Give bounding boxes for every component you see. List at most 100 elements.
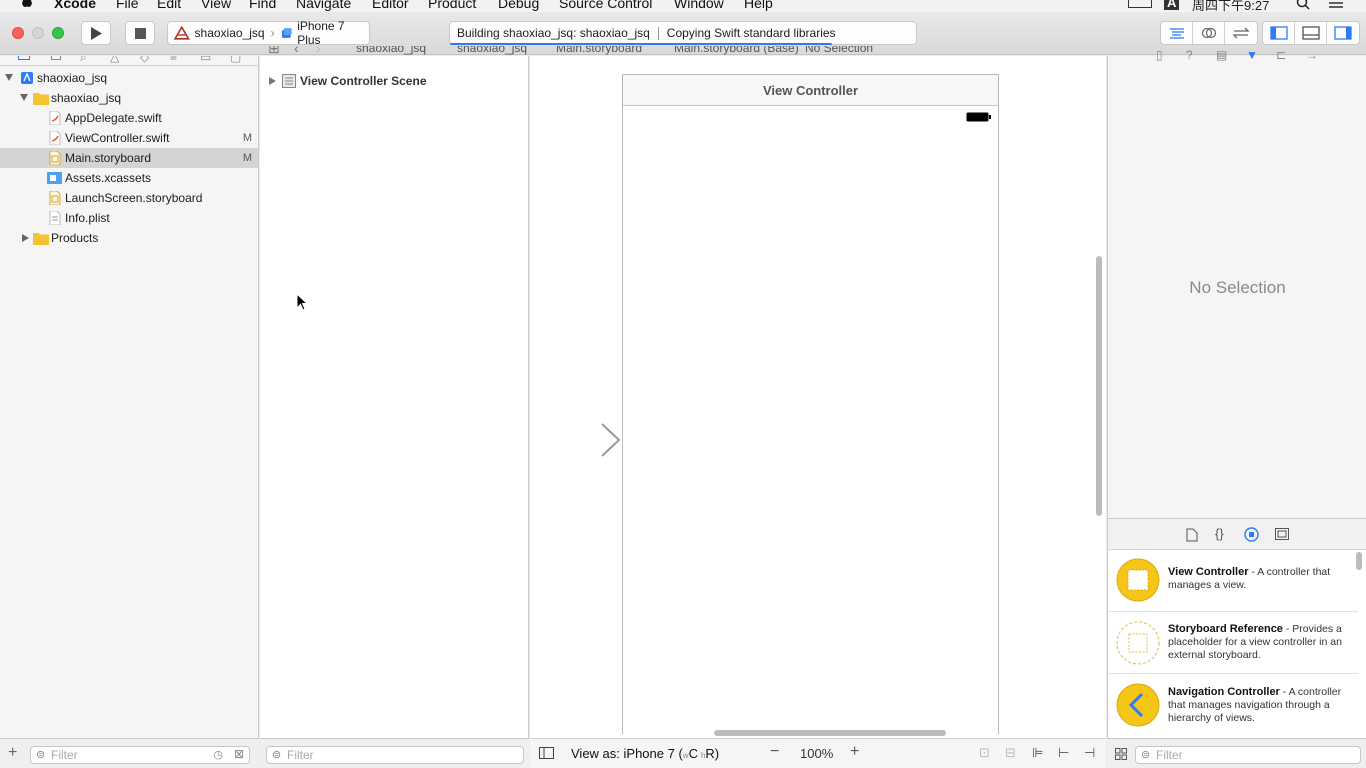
input-method-icon[interactable]: A [1164,0,1180,10]
jumpbar-crumb-base[interactable]: Main.storyboard (Base) [674,46,799,55]
toggle-utilities-button[interactable] [1327,22,1359,44]
back-arrow-icon[interactable]: ‹ [294,46,299,56]
assistant-editor-button[interactable] [1193,22,1225,44]
scheme-selector[interactable]: shaoxiao_jsq › iPhone 7 Plus [167,19,370,47]
forward-arrow-icon[interactable]: › [316,46,321,56]
minimize-window-button[interactable] [32,27,44,39]
menu-view[interactable]: View [201,0,231,11]
view-controller-scene[interactable]: View Controller [622,74,999,734]
apple-menu-icon[interactable] [20,0,34,9]
jumpbar-crumb-group[interactable]: shaoxiao_jsq [457,46,527,55]
align-icon[interactable]: ⊫ [1032,745,1043,761]
menu-find[interactable]: Find [249,0,276,11]
media-library-icon[interactable] [1275,528,1289,540]
recent-files-icon[interactable]: ◷ [213,748,223,761]
tree-row-file[interactable]: LaunchScreen.storyboard [0,188,258,208]
spotlight-search-icon[interactable] [1296,0,1310,10]
canvas-vertical-scrollbar[interactable] [1096,256,1102,516]
disclosure-collapsed-icon[interactable] [269,77,276,85]
menu-edit[interactable]: Edit [157,0,181,11]
close-window-button[interactable] [12,27,24,39]
jumpbar-crumb-selection[interactable]: No Selection [805,46,873,55]
object-library-icon[interactable] [1244,527,1259,542]
resolve-layout-icon[interactable]: ⊣ [1084,745,1095,761]
run-button[interactable] [81,21,111,45]
related-items-icon[interactable]: ⊞ [268,46,280,56]
add-file-icon[interactable]: + [8,744,17,762]
size-inspector-tab-icon[interactable]: ⊏ [1276,48,1286,62]
add-constraints-icon[interactable]: ⊢ [1058,745,1069,761]
disclosure-expanded-icon[interactable] [20,94,28,101]
menu-app-name[interactable]: Xcode [54,0,96,11]
test-navigator-tab-icon[interactable]: ◇ [140,56,149,64]
display-mirroring-icon[interactable] [1128,0,1152,8]
standard-editor-button[interactable] [1161,22,1193,44]
toggle-navigator-button[interactable] [1263,22,1295,44]
entry-point-arrow-icon[interactable] [530,422,622,458]
tree-row-group[interactable]: shaoxiao_jsq [0,88,258,108]
tree-row-project[interactable]: shaoxiao_jsq [0,68,258,88]
jumpbar-crumb-project[interactable]: shaoxiao_jsq [356,46,426,55]
find-navigator-tab-icon[interactable]: ⌕ [80,56,87,65]
embed-in-stack-icon[interactable]: ⊟ [1005,745,1016,761]
version-editor-button[interactable] [1225,22,1257,44]
menu-debug[interactable]: Debug [498,0,539,11]
attributes-inspector-tab-icon[interactable]: ▼ [1246,48,1258,62]
menu-product[interactable]: Product [428,0,476,11]
scm-status-filter-icon[interactable]: ⊠ [234,747,244,761]
library-filter-input[interactable]: ⊜ Filter [1135,746,1361,764]
identity-inspector-tab-icon[interactable]: ▤ [1216,48,1227,62]
jumpbar-crumb-file[interactable]: Main.storyboard [556,46,642,55]
report-navigator-tab-icon[interactable]: ▢ [230,56,241,64]
menu-navigate[interactable]: Navigate [296,0,351,11]
disclosure-collapsed-icon[interactable] [22,234,29,242]
debug-navigator-tab-icon[interactable]: ≡ [170,56,177,64]
tree-row-file[interactable]: AppDelegate.swift [0,108,258,128]
update-frames-icon[interactable]: ⊡ [979,745,990,761]
library-scrollbar[interactable] [1356,552,1362,570]
connections-inspector-tab-icon[interactable]: → [1306,48,1318,62]
menu-file[interactable]: File [116,0,139,11]
menu-editor[interactable]: Editor [372,0,409,11]
menu-source-control[interactable]: Source Control [559,0,652,11]
breakpoint-navigator-tab-icon[interactable]: ▭ [200,56,211,64]
grid-view-icon[interactable] [1115,748,1127,760]
library-item-view-controller[interactable]: View Controller - A controller that mana… [1108,550,1358,612]
zoom-in-button[interactable]: + [850,743,859,761]
stop-button[interactable] [125,21,155,45]
symbol-navigator-tab-icon[interactable] [51,56,61,60]
file-template-library-icon[interactable] [1186,528,1198,542]
tree-row-file[interactable]: Assets.xcassets [0,168,258,188]
library-item-navigation-controller[interactable]: Navigation Controller - A controller tha… [1108,675,1358,737]
tree-row-file[interactable]: ViewController.swift M [0,128,258,148]
toggle-outline-icon[interactable] [539,747,554,759]
menu-clock[interactable]: 周四下午9:27 [1192,0,1269,12]
toggle-debug-area-button[interactable] [1295,22,1327,44]
disclosure-expanded-icon[interactable] [5,74,13,81]
menu-help[interactable]: Help [744,0,773,11]
view-as-device-button[interactable]: View as: iPhone 7 (wC hR) [571,746,719,761]
outline-filter-input[interactable]: ⊜ Filter [266,746,524,764]
tree-row-file[interactable]: Info.plist [0,208,258,228]
zoom-window-button[interactable] [52,27,64,39]
navigator-filter-input[interactable]: ⊜ Filter ◷ ⊠ [30,746,250,764]
canvas-horizontal-scrollbar[interactable] [714,730,946,736]
code-snippet-library-icon[interactable]: {} [1215,526,1224,541]
menu-window[interactable]: Window [674,0,724,11]
device-name[interactable]: iPhone 7 Plus [297,19,369,47]
file-inspector-tab-icon[interactable]: ▯ [1156,48,1163,62]
outline-row-scene[interactable]: View Controller Scene [260,71,528,91]
project-navigator-tab-icon[interactable] [18,56,30,60]
zoom-out-button[interactable]: − [770,743,779,761]
activity-viewer[interactable]: Building shaoxiao_jsq: shaoxiao_jsq Copy… [449,21,917,45]
quick-help-tab-icon[interactable]: ? [1186,48,1193,62]
issue-navigator-tab-icon[interactable]: △ [110,56,119,64]
storyboard-canvas[interactable]: View Controller [530,56,1106,738]
notification-center-icon[interactable] [1326,0,1344,10]
tree-row-group[interactable]: Products [0,228,258,248]
zoom-level[interactable]: 100% [800,746,833,761]
scheme-name[interactable]: shaoxiao_jsq [195,26,265,40]
scene-title-bar[interactable]: View Controller [623,75,998,106]
library-item-storyboard-reference[interactable]: Storyboard Reference - Provides a placeh… [1108,612,1358,674]
tree-row-file-selected[interactable]: Main.storyboard M [0,148,258,168]
